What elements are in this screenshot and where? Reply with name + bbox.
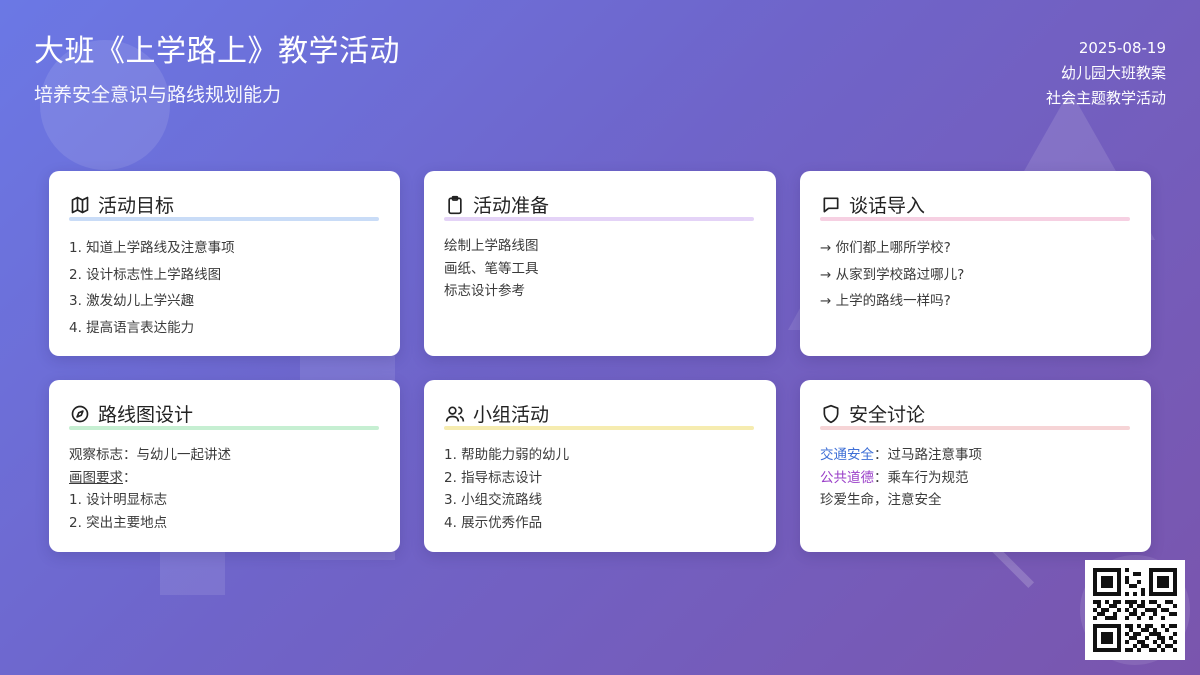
card-title: 活动准备 (473, 195, 550, 217)
list-item: 1. 知道上学路线及注意事项 (69, 240, 235, 256)
list-item: → 上学的路线一样吗? (820, 293, 951, 309)
card-goals: 活动目标 1. 知道上学路线及注意事项 2. 设计标志性上学路线图 3. 激发幼… (49, 171, 400, 356)
shield-icon (820, 403, 842, 425)
users-icon (444, 403, 466, 425)
list-item: 珍爱生命，注意安全 (820, 492, 942, 508)
clipboard-icon (444, 194, 466, 216)
list-item: 3. 激发幼儿上学兴趣 (69, 293, 195, 310)
qr-code-icon (1085, 560, 1185, 660)
map-icon (69, 194, 91, 216)
meta-label: 社会主题教学活动 (1045, 89, 1166, 107)
keyword-traffic: 交通安全 (820, 447, 874, 463)
card-header: 小组活动 (444, 400, 756, 429)
list-item: 标志设计参考 (444, 283, 525, 299)
card-header: 活动准备 (444, 191, 756, 220)
list-item: 2. 指导标志设计 (444, 469, 543, 486)
card-title: 路线图设计 (98, 404, 194, 426)
list-item: → 你们都上哪所学校? (820, 240, 951, 256)
card-header: 安全讨论 (820, 400, 1131, 429)
meta-label: 幼儿园大班教案 (1060, 64, 1166, 82)
card-route-design: 路线图设计 观察标志：与幼儿一起讲述 画图要求： 1. 设计明显标志 2. 突出… (49, 380, 400, 552)
list-item: 绘制上学路线图 (444, 238, 539, 254)
compass-icon (69, 403, 91, 425)
page-subtitle: 培养安全意识与路线规划能力 (34, 84, 282, 106)
card-prep: 活动准备 绘制上学路线图 画纸、笔等工具 标志设计参考 (424, 171, 776, 356)
card-safety: 安全讨论 交通安全：过马路注意事项 公共道德：乘车行为规范 珍爱生命，注意安全 (800, 380, 1151, 552)
header: 大班《上学路上》教学活动 培养安全意识与路线规划能力 (34, 32, 400, 107)
card-header: 活动目标 (69, 191, 380, 220)
list-item: 4. 展示优秀作品 (444, 514, 543, 531)
page-title: 大班《上学路上》教学活动 (34, 34, 400, 69)
list-item: 1. 设计明显标志 (69, 492, 168, 508)
list-item: 1. 帮助能力弱的幼儿 (444, 447, 570, 463)
card-title: 活动目标 (98, 195, 175, 217)
list-item: 2. 设计标志性上学路线图 (69, 266, 222, 283)
date-label: 2025-08-19 (1078, 39, 1166, 57)
list-item: 公共道德：乘车行为规范 (820, 467, 1131, 490)
list-item: → 从家到学校路过哪儿? (820, 266, 965, 283)
item-text: ：乘车行为规范 (874, 469, 969, 486)
list-item: 4. 提高语言表达能力 (69, 320, 195, 337)
card-body: → 你们都上哪所学校? → 从家到学校路过哪儿? → 上学的路线一样吗? (820, 235, 1131, 315)
card-body: 绘制上学路线图 画纸、笔等工具 标志设计参考 (444, 235, 756, 303)
card-title: 安全讨论 (849, 404, 926, 426)
list-item: 画图要求： (69, 467, 380, 490)
list-item: 画纸、笔等工具 (444, 260, 539, 277)
card-body: 1. 帮助能力弱的幼儿 2. 指导标志设计 3. 小组交流路线 4. 展示优秀作… (444, 444, 756, 534)
requirements-link[interactable]: 画图要求 (69, 470, 123, 486)
list-item: 3. 小组交流路线 (444, 492, 543, 508)
card-body: 交通安全：过马路注意事项 公共道德：乘车行为规范 珍爱生命，注意安全 (820, 444, 1131, 512)
card-body: 1. 知道上学路线及注意事项 2. 设计标志性上学路线图 3. 激发幼儿上学兴趣… (69, 235, 380, 342)
card-header: 路线图设计 (69, 400, 380, 429)
colon: ： (123, 469, 137, 486)
list-item: 2. 突出主要地点 (69, 514, 168, 531)
card-body: 观察标志：与幼儿一起讲述 画图要求： 1. 设计明显标志 2. 突出主要地点 (69, 444, 380, 534)
card-title: 谈话导入 (849, 195, 926, 217)
keyword-morality: 公共道德 (820, 469, 874, 486)
card-title: 小组活动 (473, 404, 550, 426)
list-item: 交通安全：过马路注意事项 (820, 444, 1131, 467)
card-header: 谈话导入 (820, 191, 1131, 220)
item-text: ：过马路注意事项 (874, 447, 982, 463)
card-group-activity: 小组活动 1. 帮助能力弱的幼儿 2. 指导标志设计 3. 小组交流路线 4. … (424, 380, 776, 552)
chat-icon (820, 194, 842, 216)
list-item: 观察标志：与幼儿一起讲述 (69, 447, 231, 463)
card-intro: 谈话导入 → 你们都上哪所学校? → 从家到学校路过哪儿? → 上学的路线一样吗… (800, 171, 1151, 356)
header-meta: 2025-08-19 幼儿园大班教案 社会主题教学活动 (1046, 36, 1166, 111)
